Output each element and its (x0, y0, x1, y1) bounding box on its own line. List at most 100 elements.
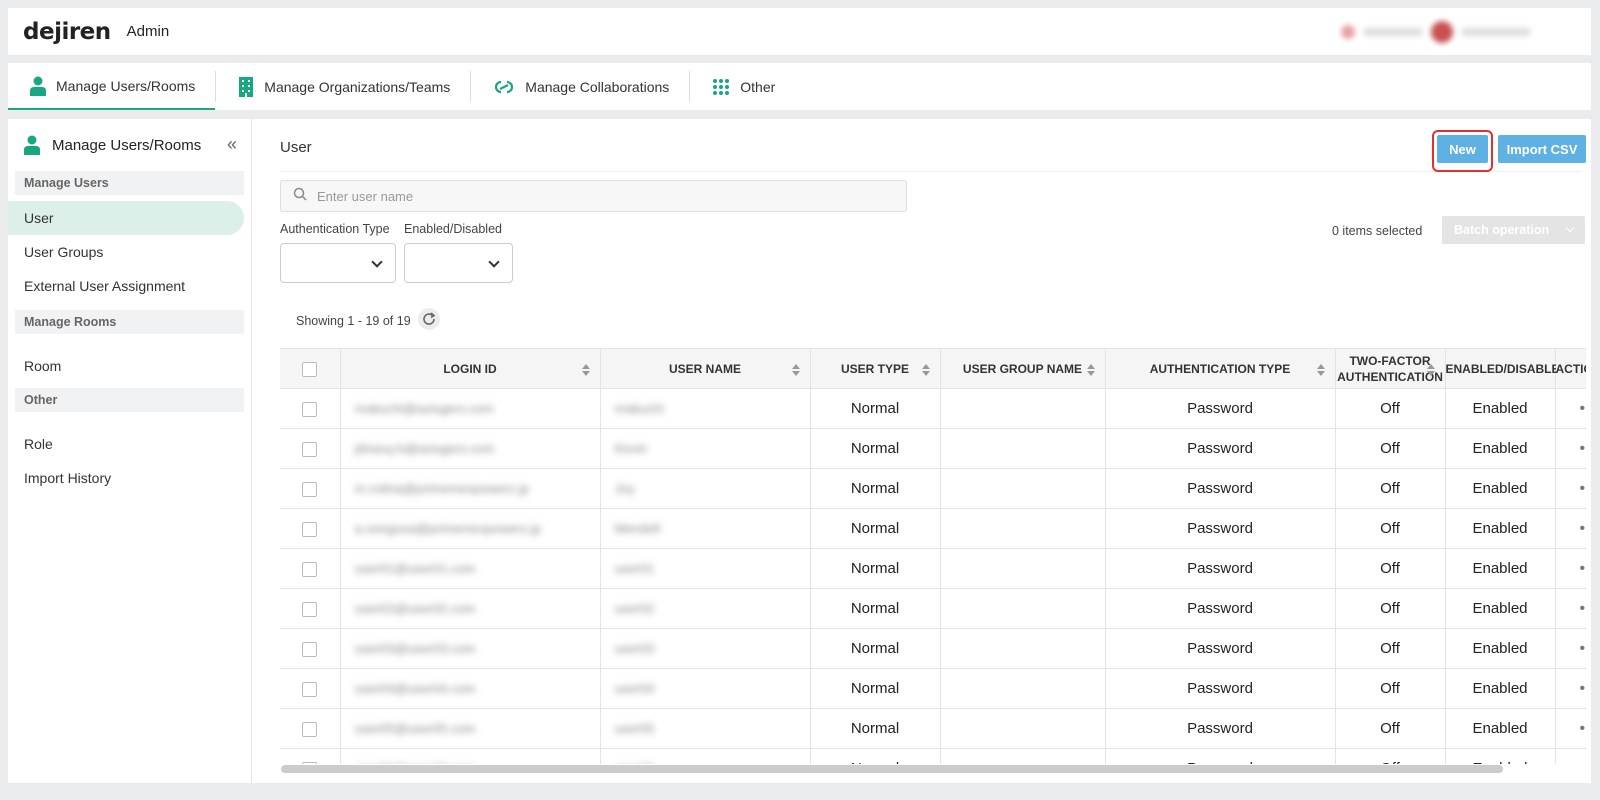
column-user-group-name[interactable]: USER GROUP NAME (940, 348, 1106, 389)
auth-type-select[interactable] (280, 243, 396, 283)
tab-manage-collaborations[interactable]: Manage Collaborations (471, 63, 689, 110)
sidebar-title: Manage Users/Rooms (8, 119, 251, 171)
sidebar-item-user[interactable]: User (8, 201, 244, 235)
select-all-checkbox[interactable] (302, 361, 318, 377)
user-name-cell: Joy (600, 468, 811, 509)
table-row[interactable]: a.oongoxa@primemexpowerz.jp Mendell Normal… (280, 508, 1586, 549)
enabled-cell: Enabled (1445, 668, 1556, 709)
enabled-select[interactable] (404, 243, 513, 283)
tab-other[interactable]: Other (690, 63, 795, 110)
horizontal-scrollbar[interactable] (281, 765, 1503, 773)
refresh-icon[interactable] (418, 308, 440, 330)
two-factor-cell: Off (1335, 388, 1446, 429)
action-menu-icon[interactable]: • (1555, 708, 1586, 749)
two-factor-cell: Off (1335, 668, 1446, 709)
action-menu-icon[interactable]: • (1555, 388, 1586, 429)
user-menu[interactable] (1341, 21, 1561, 43)
sort-icon[interactable] (581, 364, 590, 376)
table-row[interactable]: nrakuchi@axisgers.com nrakuchi Normal Passw… (280, 388, 1586, 429)
table-row[interactable]: user03@user03.com user03 Normal Password Off… (280, 628, 1586, 669)
user-name-cell: user02 (600, 588, 811, 629)
tab-manage-users-rooms[interactable]: Manage Users/Rooms (8, 63, 216, 110)
table-row[interactable]: user05@user05.com user05 Normal Password Off… (280, 708, 1586, 749)
user-type-cell: Normal (810, 748, 941, 764)
select-all-cell (280, 348, 341, 389)
two-factor-cell: Off (1335, 548, 1446, 589)
action-menu-icon[interactable]: • (1555, 628, 1586, 669)
sort-icon[interactable] (1426, 364, 1435, 376)
selected-count: 0 items selected (1332, 224, 1423, 238)
two-factor-cell: Off (1335, 508, 1446, 549)
table-row[interactable]: user04@user04.com user04 Normal Password Off… (280, 668, 1586, 709)
action-menu-icon[interactable]: • (1555, 668, 1586, 709)
user-type-cell: Normal (810, 708, 941, 749)
table-row[interactable]: user01@user01.com user01 Normal Password Off… (280, 548, 1586, 589)
avatar[interactable] (1431, 21, 1453, 43)
search-icon (293, 187, 307, 206)
sidebar-title-label: Manage Users/Rooms (52, 136, 202, 154)
row-checkbox[interactable] (302, 641, 318, 657)
content-panel: Manage Users/Rooms « Manage Users User U… (8, 119, 1591, 783)
user-group-cell (940, 508, 1106, 549)
column-login-id[interactable]: LOGIN ID (340, 348, 601, 389)
sort-icon[interactable] (921, 364, 930, 376)
column-enabled-disabled[interactable]: ENABLED/DISABLED (1445, 348, 1568, 389)
action-menu-icon[interactable]: • (1555, 428, 1586, 469)
import-csv-button[interactable]: Import CSV (1498, 135, 1586, 163)
batch-operation-button[interactable]: Batch operation (1442, 216, 1585, 244)
user-group-cell (940, 468, 1106, 509)
authentication-type-cell: Password (1105, 628, 1336, 669)
action-menu-icon[interactable]: • (1555, 748, 1586, 764)
row-checkbox[interactable] (302, 401, 318, 417)
row-checkbox[interactable] (302, 441, 318, 457)
table-row[interactable]: user02@user02.com user02 Normal Password Off… (280, 588, 1586, 629)
sort-icon[interactable] (791, 364, 800, 376)
sidebar-item-room[interactable]: Room (8, 349, 244, 383)
table-row[interactable]: m.colina@primemexpowerz.jp Joy Normal Passw… (280, 468, 1586, 509)
action-menu-icon[interactable]: • (1555, 508, 1586, 549)
column-user-name[interactable]: USER NAME (600, 348, 811, 389)
login-id-cell: user06@user06.com (340, 748, 601, 764)
column-two-factor[interactable]: TWO-FACTOR AUTHENTICATION (1335, 348, 1446, 389)
search-input[interactable] (317, 188, 897, 204)
enabled-filter-label: Enabled/Disabled (404, 222, 502, 236)
user-name-cell: user04 (600, 668, 811, 709)
collapse-sidebar-icon[interactable]: « (227, 135, 237, 153)
enabled-cell: Enabled (1445, 388, 1556, 429)
select-cell (280, 548, 341, 589)
user-name-cell: user06 (600, 748, 811, 764)
sidebar-item-import-history[interactable]: Import History (8, 461, 244, 495)
row-checkbox[interactable] (302, 481, 318, 497)
sidebar-item-external-user-assignment[interactable]: External User Assignment (8, 269, 244, 303)
row-checkbox[interactable] (302, 561, 318, 577)
action-menu-icon[interactable]: • (1555, 548, 1586, 589)
app-logo[interactable]: dejiren (23, 19, 111, 45)
column-authentication-type[interactable]: AUTHENTICATION TYPE (1105, 348, 1336, 389)
row-checkbox[interactable] (302, 681, 318, 697)
notification-icon[interactable] (1341, 25, 1355, 39)
sort-icon[interactable] (1086, 364, 1095, 376)
tab-manage-organizations-teams[interactable]: Manage Organizations/Teams (216, 63, 470, 110)
row-checkbox[interactable] (302, 721, 318, 737)
column-user-type[interactable]: USER TYPE (810, 348, 941, 389)
table-row[interactable]: user06@user06.comuser06Normal PasswordOff… (280, 748, 1586, 764)
tab-label: Manage Organizations/Teams (264, 78, 451, 95)
sidebar-section-other: Other (15, 388, 244, 412)
row-checkbox[interactable] (302, 521, 318, 537)
row-checkbox[interactable] (302, 761, 318, 764)
new-button[interactable]: New (1437, 135, 1488, 163)
table-row[interactable]: jdnwuy.b@axisgers.com Kevin Normal Password… (280, 428, 1586, 469)
action-menu-icon[interactable]: • (1555, 468, 1586, 509)
enabled-cell: Enabled (1445, 708, 1556, 749)
sidebar-item-role[interactable]: Role (8, 427, 244, 461)
sort-icon[interactable] (1316, 364, 1325, 376)
sidebar-item-user-groups[interactable]: User Groups (8, 235, 244, 269)
row-checkbox[interactable] (302, 601, 318, 617)
user-type-cell: Normal (810, 508, 941, 549)
user-type-cell: Normal (810, 428, 941, 469)
login-id-cell: user05@user05.com (340, 708, 601, 749)
action-menu-icon[interactable]: • (1555, 588, 1586, 629)
chevron-down-icon (488, 256, 500, 268)
user-group-cell (940, 668, 1106, 709)
user-group-cell (940, 428, 1106, 469)
